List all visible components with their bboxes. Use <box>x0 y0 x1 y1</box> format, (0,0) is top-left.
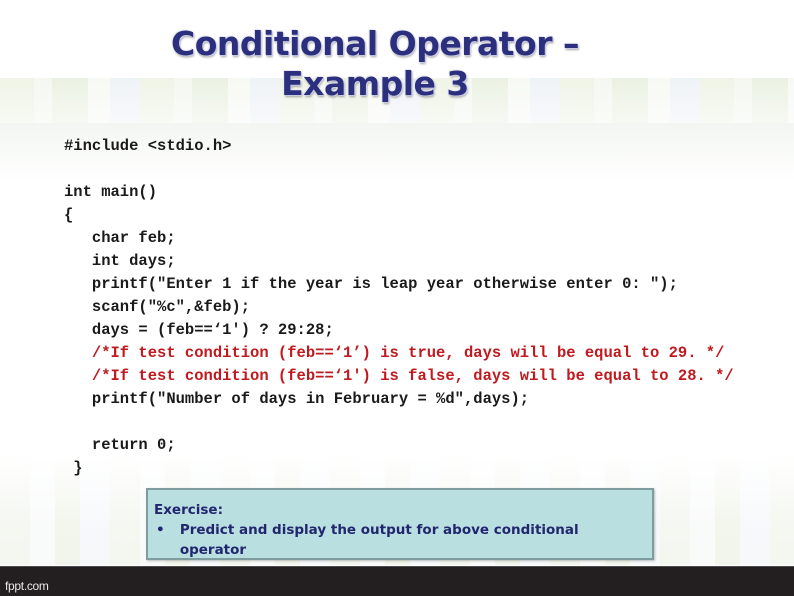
code-line: scanf("%c",&feb); <box>64 298 251 316</box>
slide-title-line-2: Example 3 <box>281 64 469 103</box>
exercise-item: • Predict and display the output for abo… <box>154 520 646 560</box>
code-line: days = (feb==‘1') ? 29:28; <box>64 321 334 339</box>
bullet-icon: • <box>156 522 165 538</box>
code-comment-line: /*If test condition (feb==‘1') is false,… <box>64 367 734 385</box>
code-block: #include <stdio.h> int main(){ char feb; … <box>64 135 734 480</box>
code-line: int main() <box>64 183 158 201</box>
code-line: } <box>64 459 83 477</box>
slide: Conditional Operator – Example 3 #includ… <box>0 0 794 596</box>
code-line: char feb; <box>64 229 176 247</box>
exercise-heading: Exercise: <box>154 502 223 518</box>
slide-title-line-1: Conditional Operator – <box>171 24 579 63</box>
footer-bar: fppt.com <box>0 566 794 596</box>
exercise-item-text: Predict and display the output for above… <box>179 522 579 558</box>
code-comment-line: /*If test condition (feb==‘1’) is true, … <box>64 344 725 362</box>
code-line: { <box>64 206 74 224</box>
code-line: #include <stdio.h> <box>64 137 232 155</box>
footer-brand: fppt.com <box>5 579 49 593</box>
code-line: printf("Number of days in February = %d"… <box>64 390 530 408</box>
code-line: printf("Enter 1 if the year is leap year… <box>64 275 678 293</box>
code-line: return 0; <box>64 436 176 454</box>
slide-title: Conditional Operator – Example 3 <box>140 24 610 104</box>
exercise-box: Exercise: • Predict and display the outp… <box>146 488 654 560</box>
code-line: int days; <box>64 252 176 270</box>
